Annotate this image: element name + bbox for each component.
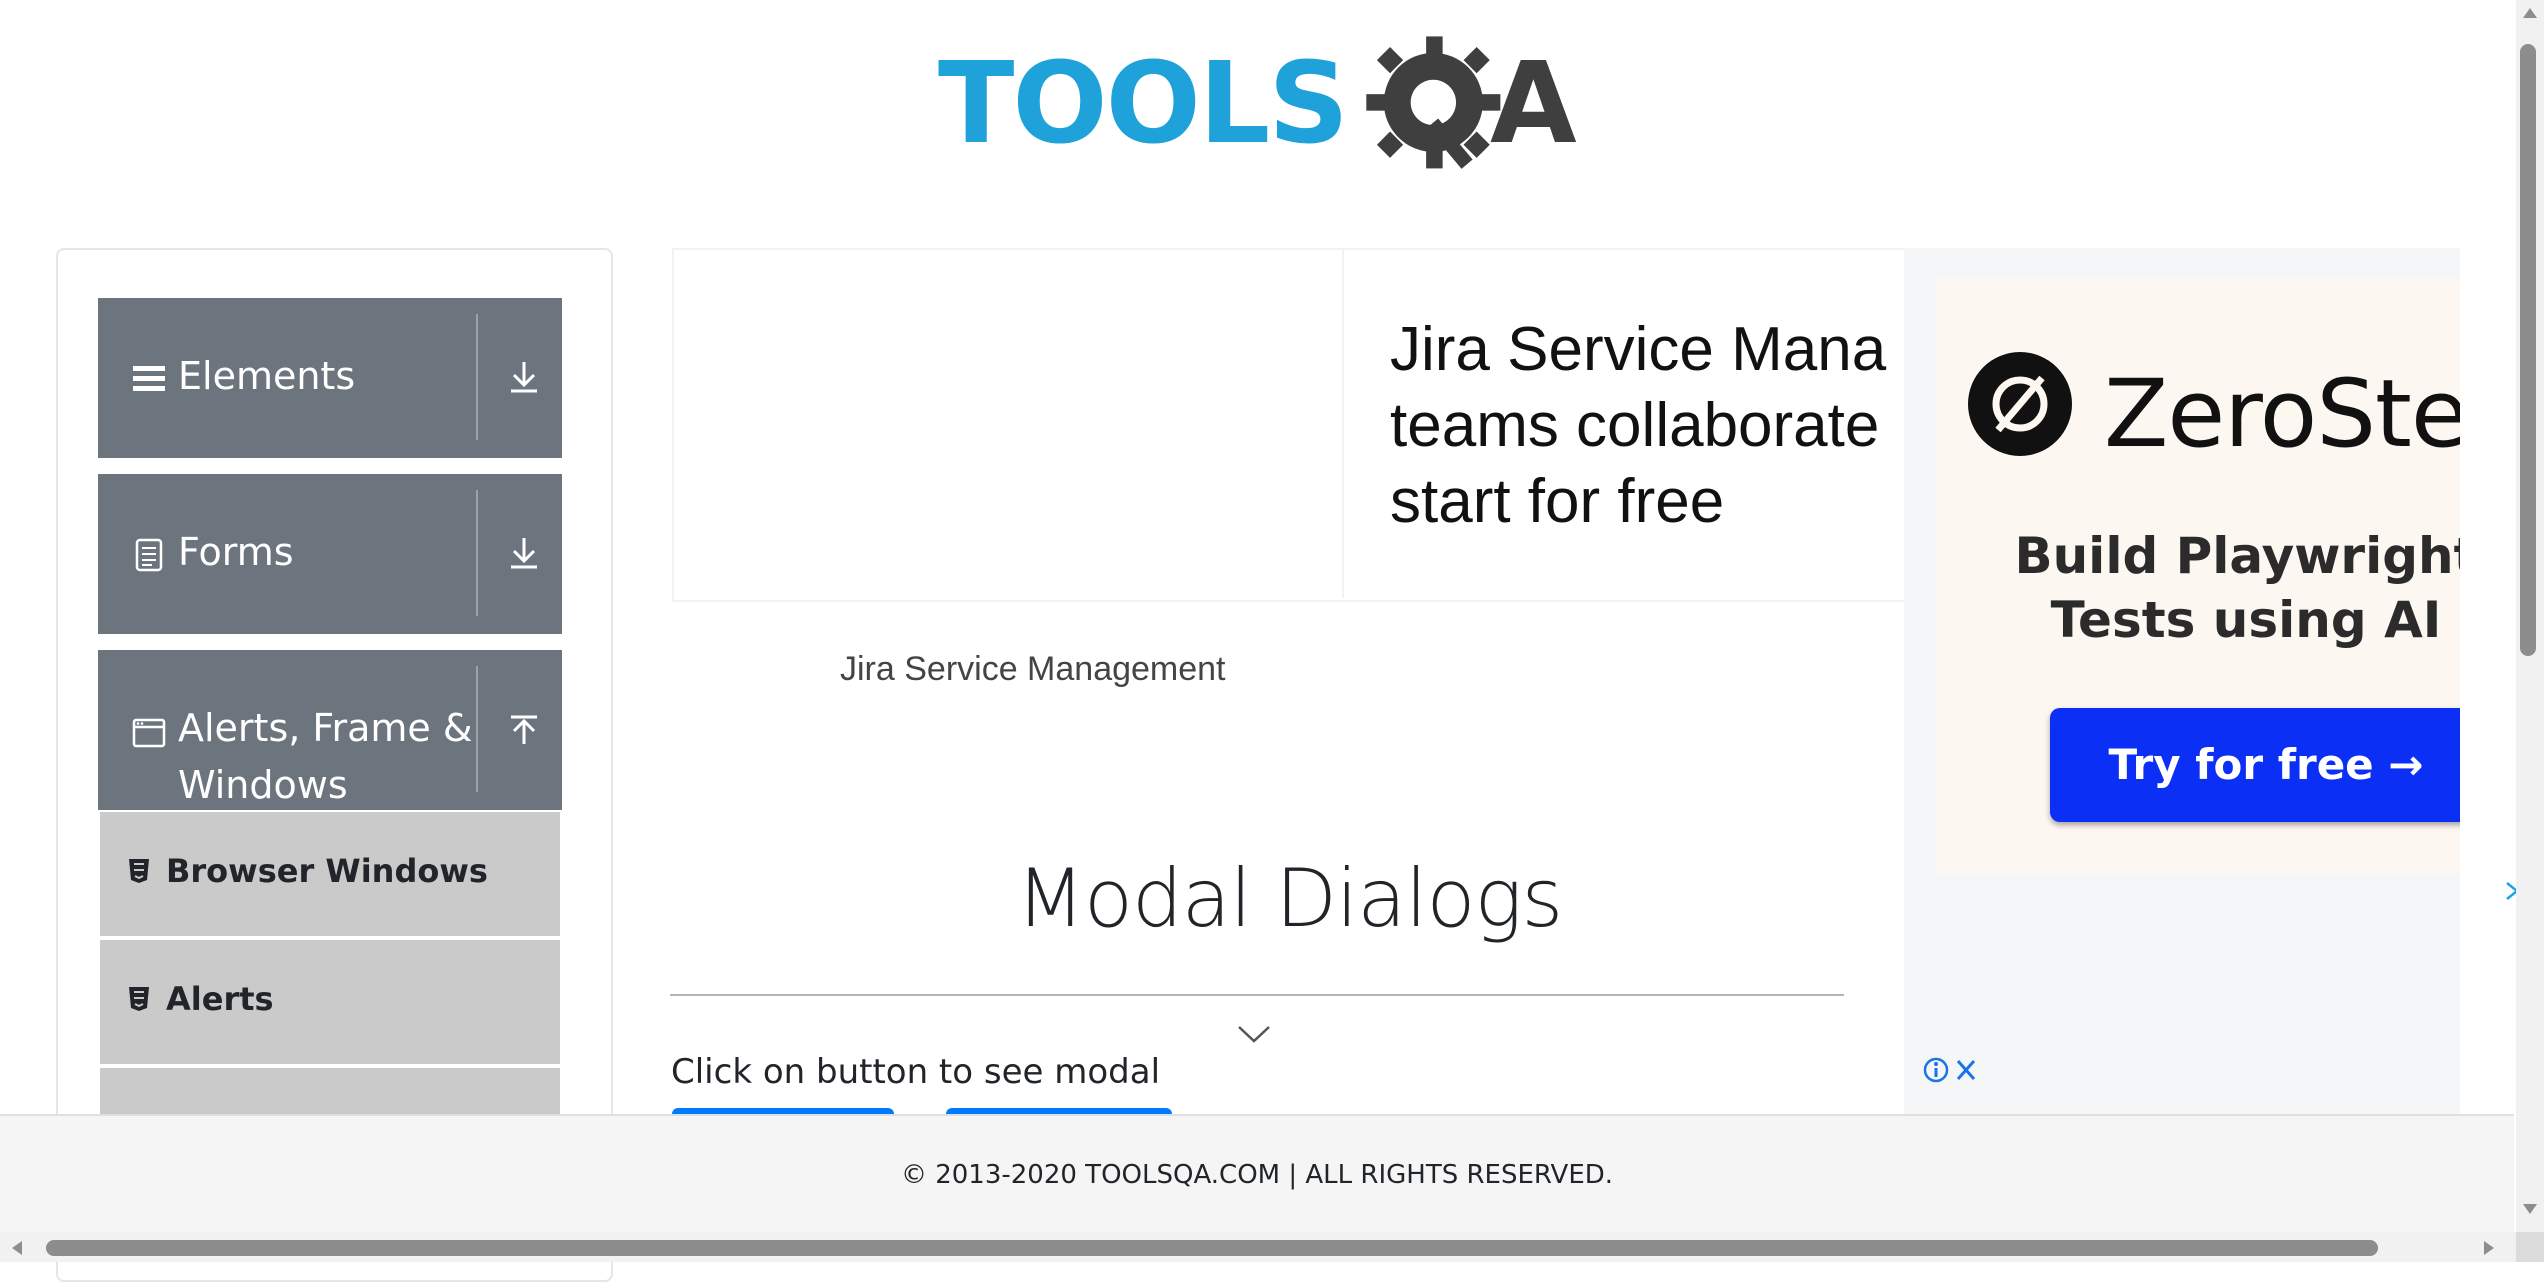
logo-text-a: A (1490, 39, 1577, 169)
zerostep-logo-icon (1968, 352, 2072, 456)
sidebar-item-next[interactable] (100, 1068, 560, 1118)
scroll-up-arrow-icon[interactable] (2522, 6, 2538, 20)
ad-tagline-line2: Tests using AI (2050, 591, 2442, 649)
document-icon (135, 538, 163, 572)
footer-copyright: © 2013-2020 TOOLSQA.COM | ALL RIGHTS RES… (900, 1160, 1614, 1190)
title-divider (670, 994, 1844, 996)
html5-icon (129, 987, 149, 1011)
try-for-free-button[interactable]: Try for free → (2050, 708, 2460, 822)
group-divider (476, 314, 478, 440)
group-divider (476, 490, 478, 616)
group-divider (476, 666, 478, 792)
scrollbar-corner (2516, 1232, 2544, 1262)
ad-tagline-line1: Build Playwright (2014, 527, 2460, 585)
sidebar-item-alerts[interactable]: Alerts (100, 940, 560, 1068)
vertical-scrollbar[interactable] (2516, 0, 2544, 1232)
ad-brand-name: ZeroStep (2104, 360, 2460, 469)
ad-headline-line1: Jira Service Mana (1390, 315, 1887, 384)
sidebar-group-label: Forms (178, 530, 294, 574)
ad-headline-line2: teams collaborate (1390, 391, 1880, 460)
ad-headline[interactable]: Jira Service Mana teams collaborate star… (1390, 312, 1890, 540)
upload-arrow-icon[interactable] (508, 714, 540, 748)
ad-tagline: Build Playwright Tests using AI (1996, 524, 2460, 652)
modal-instruction-text: Click on button to see modal (671, 1052, 1161, 1092)
scroll-left-arrow-icon[interactable] (10, 1240, 24, 1256)
download-arrow-icon[interactable] (508, 360, 540, 394)
ad-brand-name[interactable]: Jira Service Management (840, 650, 1226, 689)
chevron-down-icon (1238, 1026, 1270, 1043)
sidebar-item-label: Browser Windows (166, 852, 488, 890)
ad-choices-icon[interactable] (1920, 1054, 1984, 1086)
horizontal-scrollbar[interactable] (0, 1232, 2516, 1262)
ad-creative[interactable]: ZeroStep Build Playwright Tests using AI… (1936, 278, 2460, 874)
sidebar-group-label-line2: Windows (178, 763, 348, 807)
scroll-down-arrow-icon[interactable] (2522, 1202, 2538, 1216)
sidebar-item-label: Alerts (166, 980, 274, 1018)
ad-banner-zerostep[interactable]: ZeroStep Build Playwright Tests using AI… (1904, 248, 2460, 1118)
sidebar-group-alerts-frame-windows[interactable]: Alerts, Frame & Windows (98, 650, 562, 810)
ad-headline-line3: start for free (1390, 467, 1725, 536)
vertical-scrollbar-thumb[interactable] (2520, 44, 2536, 656)
page-title: Modal Dialogs (1016, 852, 1563, 945)
horizontal-scrollbar-thumb[interactable] (46, 1240, 2378, 1256)
sidebar-group-forms[interactable]: Forms (98, 474, 562, 634)
hamburger-icon (133, 366, 165, 391)
sidebar-group-elements[interactable]: Elements (98, 298, 562, 458)
sidebar-group-label: Elements (178, 354, 356, 398)
footer: © 2013-2020 TOOLSQA.COM | ALL RIGHTS RES… (0, 1114, 2514, 1234)
logo-text-tools: TOOLS (938, 39, 1349, 169)
html5-icon (129, 859, 149, 883)
ad-image[interactable] (674, 250, 1344, 598)
sidebar-item-browser-windows[interactable]: Browser Windows (100, 812, 560, 940)
scroll-right-arrow-icon[interactable] (2482, 1240, 2496, 1256)
sidebar-group-label: Alerts, Frame & (178, 706, 473, 750)
ad-banner-jira[interactable]: Jira Service Mana teams collaborate star… (672, 248, 1908, 602)
toolsqa-logo[interactable]: TOOLS A (938, 28, 1584, 180)
window-icon (132, 718, 166, 748)
download-arrow-icon[interactable] (508, 536, 540, 570)
